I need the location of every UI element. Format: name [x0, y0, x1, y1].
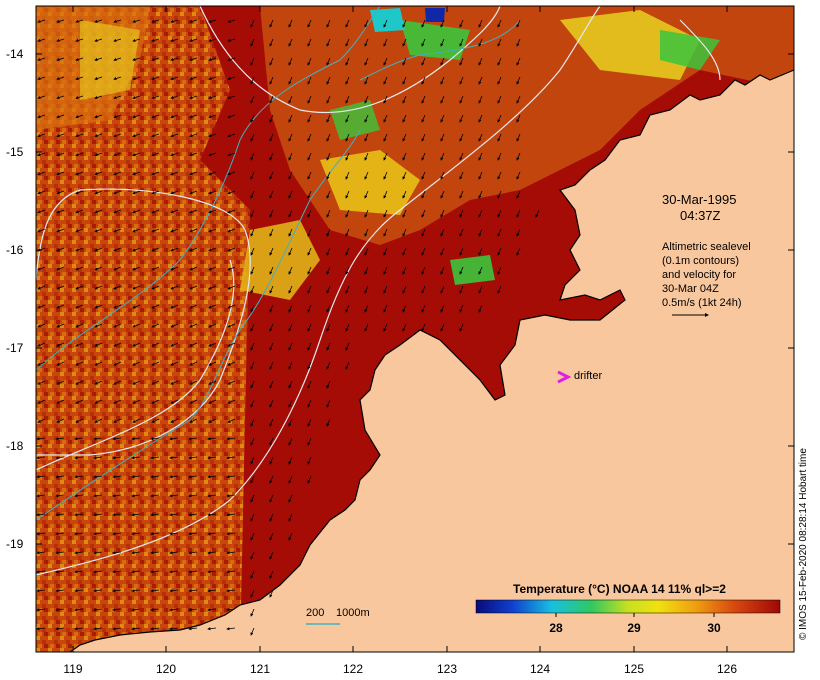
- x-axis-label: 124: [529, 662, 551, 676]
- info-line: and velocity for: [662, 269, 736, 281]
- x-axis-label: 125: [623, 662, 645, 676]
- colorbar-tick-label: 30: [707, 621, 721, 635]
- sst-green-patch-4: [450, 255, 495, 285]
- y-axis-label: -15: [6, 145, 24, 159]
- y-axis-label: -14: [6, 47, 24, 61]
- info-line: 30-Mar 04Z: [662, 283, 719, 295]
- observation-date: 30-Mar-1995: [662, 192, 737, 207]
- altimetry-info: Altimetric sealevel (0.1m contours) and …: [662, 240, 751, 310]
- info-line: Altimetric sealevel: [662, 241, 751, 253]
- drifter-label: drifter: [574, 370, 603, 382]
- colorbar-tick-label: 29: [627, 621, 641, 635]
- observation-time: 04:37Z: [680, 208, 721, 223]
- y-axis-label: -18: [6, 439, 24, 453]
- y-axis-label: -19: [6, 537, 24, 551]
- x-axis-label: 119: [63, 662, 83, 676]
- depth-label-200: 200: [306, 607, 325, 619]
- y-axis-label: -17: [6, 341, 24, 355]
- x-axis-label: 126: [716, 662, 738, 676]
- credit-text: © IMOS 15-Feb-2020 08:28:14 Hobart time: [798, 448, 809, 640]
- colorbar-title: Temperature (°C) NOAA 14 11% ql>=2: [513, 582, 726, 596]
- sst-cyan-patch: [370, 8, 405, 32]
- x-axis-label: 123: [436, 662, 458, 676]
- x-axis-label: 122: [342, 662, 364, 676]
- map-figure: [35, 5, 795, 653]
- x-axis-label: 121: [249, 662, 271, 676]
- y-axis-label: -16: [6, 243, 24, 257]
- info-line: (0.1m contours): [662, 255, 740, 267]
- x-axis-label: 120: [155, 662, 177, 676]
- info-line: 0.5m/s (1kt 24h): [662, 297, 742, 309]
- sst-blue-patch: [425, 8, 445, 22]
- colorbar-tick-label: 28: [549, 621, 563, 635]
- depth-label-1000: 1000m: [336, 607, 370, 619]
- colorbar: [475, 599, 781, 614]
